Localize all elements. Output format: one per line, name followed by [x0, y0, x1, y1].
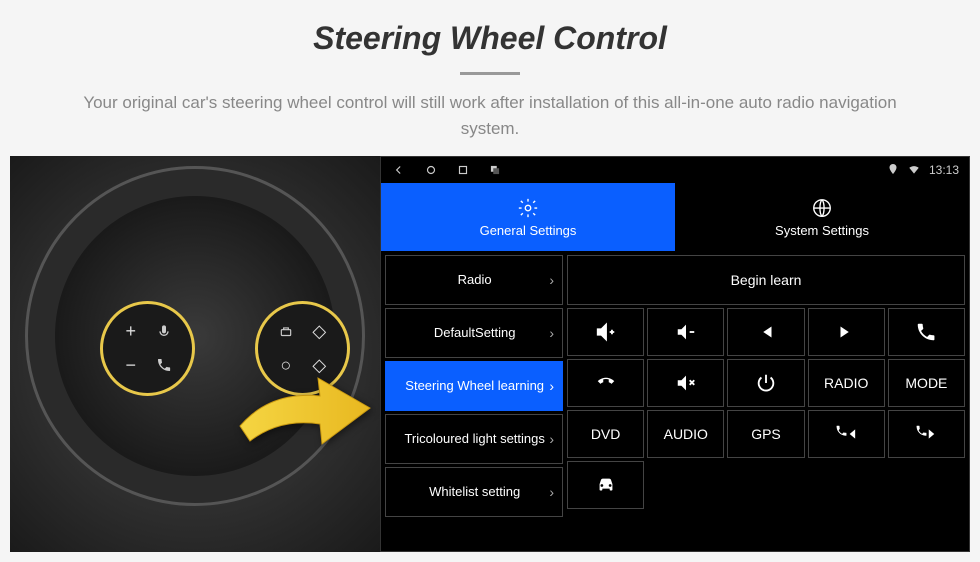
page-title: Steering Wheel Control — [40, 20, 940, 57]
power-button[interactable] — [727, 359, 804, 407]
sidebar-item-whitelist[interactable]: Whitelist setting › — [385, 467, 563, 517]
tab-label: General Settings — [480, 223, 577, 238]
tab-system-settings[interactable]: System Settings — [675, 183, 969, 251]
gear-icon — [517, 197, 539, 219]
recent-icon[interactable] — [455, 162, 471, 178]
settings-sidebar: Radio › DefaultSetting › Steering Wheel … — [385, 255, 563, 547]
previous-track-button[interactable] — [727, 308, 804, 356]
arrow-indicator-icon — [230, 366, 380, 446]
sidebar-item-label: Whitelist setting — [400, 484, 549, 500]
mute-button[interactable] — [647, 359, 724, 407]
chevron-right-icon: › — [549, 325, 554, 341]
call-previous-button[interactable] — [808, 410, 885, 458]
clock-time: 13:13 — [929, 163, 959, 177]
sidebar-item-steering-wheel-learning[interactable]: Steering Wheel learning › — [385, 361, 563, 411]
radio-button[interactable]: RADIO — [808, 359, 885, 407]
gps-button[interactable]: GPS — [727, 410, 804, 458]
title-divider — [460, 72, 520, 75]
chevron-right-icon: › — [549, 431, 554, 447]
volume-down-button[interactable] — [647, 308, 724, 356]
voice-icon — [149, 316, 181, 348]
sidebar-item-tricoloured-light[interactable]: Tricoloured light settings › — [385, 414, 563, 464]
status-bar: 13:13 — [381, 157, 969, 183]
sidebar-item-label: Radio — [400, 272, 549, 288]
sidebar-item-label: Steering Wheel learning — [400, 378, 549, 394]
begin-learn-button[interactable]: Begin learn — [567, 255, 965, 305]
phone-answer-button[interactable] — [888, 308, 965, 356]
phone-hangup-button[interactable] — [567, 359, 644, 407]
device-screen: 13:13 General Settings System Settings — [380, 156, 970, 552]
tab-label: System Settings — [775, 223, 869, 238]
page-subtitle: Your original car's steering wheel contr… — [80, 90, 900, 141]
sidebar-item-radio[interactable]: Radio › — [385, 255, 563, 305]
volume-up-button[interactable] — [567, 308, 644, 356]
screenshot-icon[interactable] — [487, 162, 503, 178]
wifi-icon — [907, 162, 921, 179]
system-icon — [811, 197, 833, 219]
sidebar-item-label: Tricoloured light settings — [400, 431, 549, 447]
diamond-up-icon: ◇ — [304, 316, 336, 348]
sidebar-item-label: DefaultSetting — [400, 325, 549, 341]
plus-icon: + — [115, 316, 147, 348]
wheel-button-cluster-left: + − — [100, 301, 195, 396]
call-next-button[interactable] — [888, 410, 965, 458]
phone-icon — [149, 350, 181, 382]
home-icon[interactable] — [423, 162, 439, 178]
minus-icon: − — [115, 350, 147, 382]
audio-button[interactable]: AUDIO — [647, 410, 724, 458]
chevron-right-icon: › — [549, 484, 554, 500]
location-icon — [887, 163, 899, 178]
mode-button[interactable]: MODE — [888, 359, 965, 407]
next-track-button[interactable] — [808, 308, 885, 356]
chevron-right-icon: › — [549, 272, 554, 288]
dvd-button[interactable]: DVD — [567, 410, 644, 458]
sidebar-item-default-setting[interactable]: DefaultSetting › — [385, 308, 563, 358]
chevron-right-icon: › — [549, 378, 554, 394]
tab-general-settings[interactable]: General Settings — [381, 183, 675, 251]
steering-wheel-illustration: + − ◇ ○ ◇ — [10, 156, 380, 552]
back-icon[interactable] — [391, 162, 407, 178]
source-icon — [270, 316, 302, 348]
car-button[interactable] — [567, 461, 644, 509]
